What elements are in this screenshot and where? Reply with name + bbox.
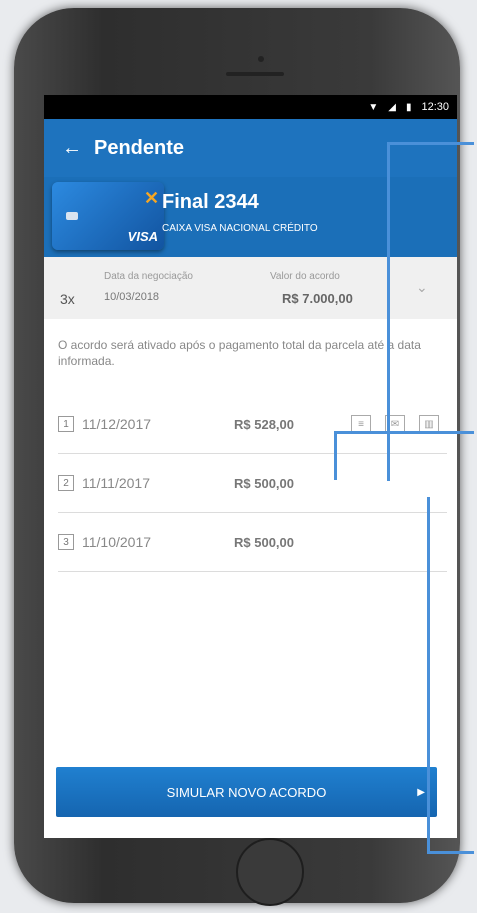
installment-amount: R$ 500,00 — [234, 534, 294, 550]
callout-line-barcode — [427, 497, 474, 854]
installment-row: 3 11/10/2017 R$ 500,00 — [58, 513, 447, 572]
caixa-logo: ✕ — [144, 188, 160, 208]
status-bar: ▼ ◢ ▮ 12:30 — [44, 95, 457, 119]
installment-date: 11/11/2017 — [82, 475, 150, 491]
credit-card-image: ✕ VISA — [52, 182, 164, 250]
simulate-new-agreement-button[interactable]: SIMULAR NOVO ACORDO ▶ — [56, 767, 437, 817]
installment-count: 3x — [60, 291, 75, 307]
page-title: Pendente — [94, 136, 185, 159]
installment-number: 2 — [58, 475, 74, 491]
camera — [258, 56, 264, 62]
simulate-button-label: SIMULAR NOVO ACORDO — [166, 784, 327, 800]
visa-logo: VISA — [127, 229, 158, 244]
agreement-value-label: Valor do acordo — [270, 271, 340, 282]
home-button[interactable] — [236, 838, 304, 906]
negotiation-date: 10/03/2018 — [104, 291, 160, 303]
installment-amount: R$ 528,00 — [234, 416, 294, 432]
agreement-value: R$ 7.000,00 — [282, 291, 353, 306]
negotiation-date-label: Data da negociação — [104, 271, 193, 282]
battery-icon: ▮ — [405, 101, 412, 113]
status-time: 12:30 — [421, 101, 449, 113]
installment-number: 1 — [58, 416, 74, 432]
back-arrow-icon[interactable]: ← — [62, 137, 82, 160]
card-title: Final 2344 — [162, 191, 259, 213]
speaker — [226, 72, 284, 76]
card-subtitle: CAIXA VISA NACIONAL CRÉDITO — [162, 223, 318, 234]
arrow-right-icon: ▶ — [417, 786, 425, 798]
card-chip — [66, 212, 78, 220]
installment-number: 3 — [58, 534, 74, 550]
installment-date: 11/12/2017 — [82, 416, 152, 432]
signal-icon: ◢ — [388, 101, 396, 113]
callout-line-document — [334, 431, 474, 480]
installment-amount: R$ 500,00 — [234, 475, 294, 491]
wifi-icon: ▼ — [368, 101, 379, 113]
installment-date: 11/10/2017 — [82, 534, 152, 550]
